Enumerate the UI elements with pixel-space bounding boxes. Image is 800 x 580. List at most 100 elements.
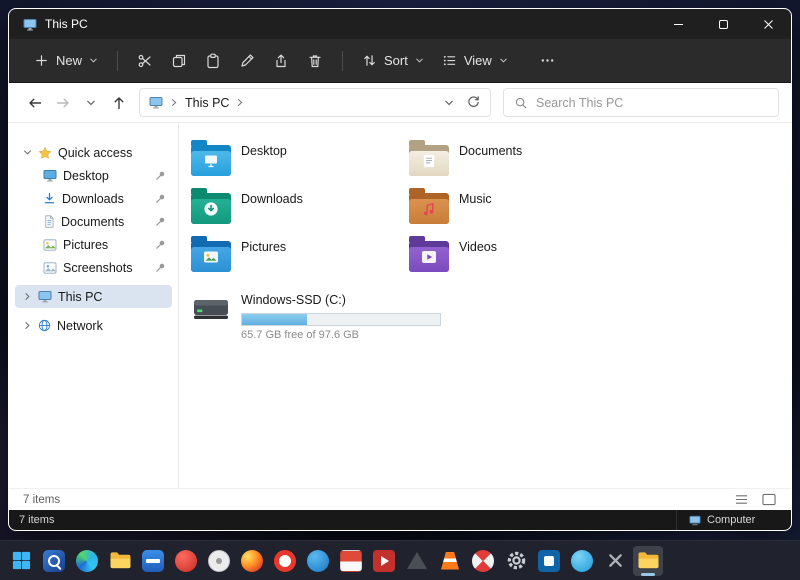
sidebar-item-downloads[interactable]: Downloads: [15, 187, 172, 210]
music-folder-icon: [409, 187, 449, 224]
copy-button[interactable]: [162, 46, 196, 76]
sidebar-item-label: Quick access: [58, 146, 132, 160]
taskbar-file-explorer-icon[interactable]: [105, 546, 135, 576]
forward-button[interactable]: [49, 89, 77, 117]
sidebar-item-screenshots[interactable]: Screenshots: [15, 256, 172, 279]
taskbar-app-blue-icon[interactable]: [138, 546, 168, 576]
titlebar[interactable]: This PC: [9, 9, 791, 39]
up-button[interactable]: [105, 89, 133, 117]
address-bar[interactable]: This PC: [139, 88, 491, 117]
computer-icon: [689, 515, 701, 526]
location-cell: Computer: [676, 510, 791, 530]
sidebar-item-quick-access[interactable]: Quick access: [15, 141, 172, 164]
document-icon: [43, 215, 55, 228]
address-dropdown-button[interactable]: [444, 98, 454, 108]
pin-icon: [155, 170, 166, 181]
back-button[interactable]: [21, 89, 49, 117]
folder-tile-pictures[interactable]: Pictures: [191, 235, 409, 283]
new-button[interactable]: New: [25, 46, 107, 75]
close-button[interactable]: [746, 9, 791, 39]
computer-icon: [38, 290, 52, 303]
drive-capacity-text: 65.7 GB free of 97.6 GB: [241, 329, 441, 341]
folder-tile-videos[interactable]: Videos: [409, 235, 627, 283]
chevron-down-icon[interactable]: [23, 148, 32, 157]
sidebar-item-label: Screenshots: [63, 261, 132, 275]
sidebar-item-network[interactable]: Network: [15, 314, 172, 337]
details-view-button[interactable]: [734, 493, 749, 506]
desktop-icon: [43, 169, 57, 182]
view-button[interactable]: View: [433, 46, 517, 75]
window-controls: [656, 9, 791, 39]
taskbar-opera-icon[interactable]: [270, 546, 300, 576]
folder-name: Documents: [459, 144, 522, 187]
cut-button[interactable]: [128, 46, 162, 76]
sidebar-item-label: Pictures: [63, 238, 108, 252]
taskbar-app-red-white-icon[interactable]: [336, 546, 366, 576]
breadcrumb-location[interactable]: This PC: [185, 96, 229, 110]
item-count: 7 items: [19, 514, 54, 526]
share-icon: [273, 53, 289, 69]
delete-button[interactable]: [298, 46, 332, 76]
star-icon: [38, 146, 52, 160]
folder-name: Music: [459, 192, 492, 235]
folder-tile-music[interactable]: Music: [409, 187, 627, 235]
sidebar: Quick access Desktop Downloads Documents…: [9, 123, 179, 488]
taskbar-search-icon[interactable]: [39, 546, 69, 576]
status-bar: 7 items: [9, 488, 791, 510]
sidebar-item-pictures[interactable]: Pictures: [15, 233, 172, 256]
new-button-label: New: [56, 53, 82, 68]
taskbar-vlc-icon[interactable]: [435, 546, 465, 576]
start-button[interactable]: [6, 546, 36, 576]
recent-locations-button[interactable]: [77, 89, 105, 117]
taskbar-file-explorer-active-icon[interactable]: [633, 546, 663, 576]
sort-button[interactable]: Sort: [353, 46, 433, 75]
taskbar-app-blue-round-icon[interactable]: [303, 546, 333, 576]
taskbar-browser-icon[interactable]: [72, 546, 102, 576]
desktop-folder-icon: [191, 139, 231, 176]
drive-tile-windows-ssd[interactable]: Windows-SSD (C:) 65.7 GB free of 97.6 GB: [191, 291, 791, 341]
chevron-down-icon: [415, 56, 424, 65]
sidebar-item-documents[interactable]: Documents: [15, 210, 172, 233]
minimize-button[interactable]: [656, 9, 701, 39]
scissors-icon: [137, 53, 153, 69]
classic-status-bar: 7 items Computer: [9, 510, 791, 530]
search-input[interactable]: [536, 96, 768, 110]
refresh-button[interactable]: [466, 95, 481, 110]
thumbnail-view-button[interactable]: [761, 493, 777, 506]
paste-button[interactable]: [196, 46, 230, 76]
taskbar-app-dark-icon[interactable]: [402, 546, 432, 576]
taskbar-pinwheel-icon[interactable]: [468, 546, 498, 576]
taskbar-app-red-icon[interactable]: [171, 546, 201, 576]
rename-button[interactable]: [230, 46, 264, 76]
file-list-area[interactable]: Desktop Documents Downloads: [179, 123, 791, 488]
maximize-button[interactable]: [701, 9, 746, 39]
sidebar-item-this-pc[interactable]: This PC: [15, 285, 172, 308]
folder-tile-downloads[interactable]: Downloads: [191, 187, 409, 235]
search-box[interactable]: [503, 88, 779, 117]
folder-tile-desktop[interactable]: Desktop: [191, 139, 409, 187]
taskbar-app-blue-square-icon[interactable]: [534, 546, 564, 576]
more-options-button[interactable]: [531, 46, 564, 75]
view-icon: [442, 53, 457, 68]
ellipsis-icon: [540, 53, 555, 68]
folder-name: Desktop: [241, 144, 287, 187]
taskbar-close-tool-icon[interactable]: [600, 546, 630, 576]
taskbar-app-red-square-icon[interactable]: [369, 546, 399, 576]
taskbar-settings-icon[interactable]: [501, 546, 531, 576]
sort-button-label: Sort: [384, 53, 408, 68]
search-icon: [514, 96, 528, 110]
explorer-body: Quick access Desktop Downloads Documents…: [9, 123, 791, 488]
sidebar-item-label: Network: [57, 319, 103, 333]
sidebar-item-label: This PC: [58, 290, 102, 304]
pictures-folder-icon: [191, 235, 231, 272]
share-button[interactable]: [264, 46, 298, 76]
sidebar-item-desktop[interactable]: Desktop: [15, 164, 172, 187]
folder-tile-documents[interactable]: Documents: [409, 139, 627, 187]
taskbar-app-light-icon[interactable]: [204, 546, 234, 576]
chevron-right-icon: [170, 98, 178, 107]
screenshots-icon: [43, 262, 57, 274]
taskbar-firefox-icon[interactable]: [237, 546, 267, 576]
chevron-right-icon[interactable]: [23, 321, 32, 330]
taskbar-app-sky-icon[interactable]: [567, 546, 597, 576]
chevron-right-icon[interactable]: [23, 292, 32, 301]
